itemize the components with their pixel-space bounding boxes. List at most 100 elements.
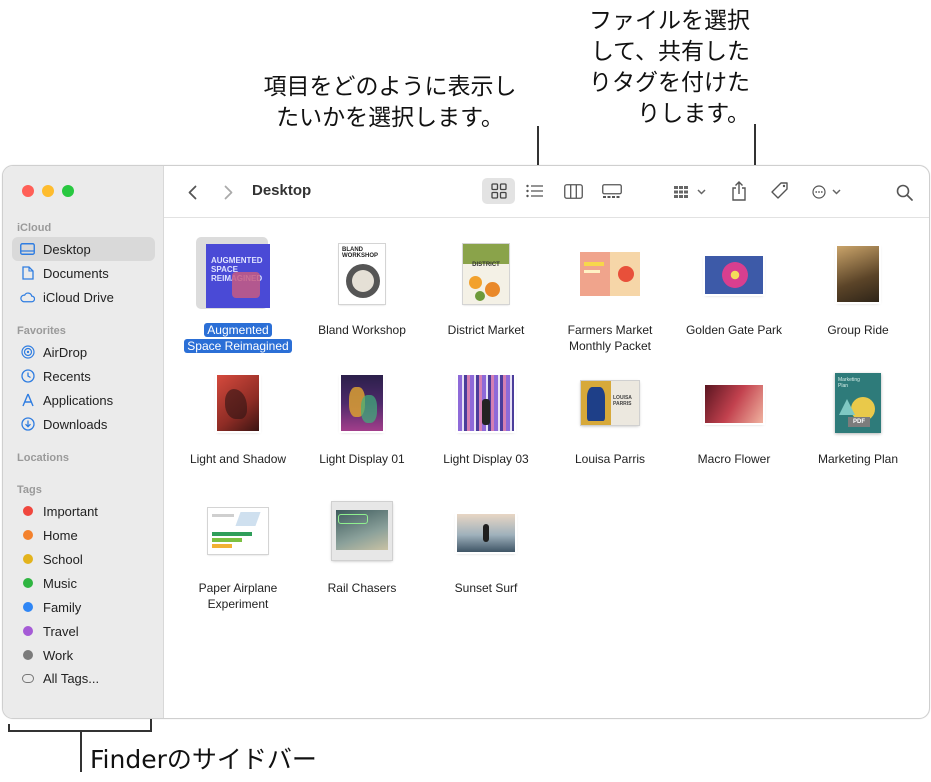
sidebar-item-label: iCloud Drive: [43, 289, 114, 305]
sidebar-item-label: Travel: [43, 623, 79, 639]
tag-dot: [23, 626, 33, 636]
list-view-button[interactable]: [518, 178, 551, 204]
sidebar-item-label: Important: [43, 503, 98, 519]
finder-window: iCloud Desktop Documents iCloud Drive Fa…: [2, 165, 930, 719]
sidebar-item-label: Downloads: [43, 416, 108, 432]
clock-icon: [20, 369, 35, 384]
sidebar-section-tags: Tags: [17, 484, 42, 496]
chevron-right-icon: [224, 185, 232, 199]
group-icon: [674, 186, 688, 198]
tag-button[interactable]: [767, 178, 793, 204]
grid-icon: [490, 183, 507, 199]
minimize-window-button[interactable]: [42, 185, 54, 197]
airdrop-icon: [20, 345, 35, 360]
sidebar-item-documents[interactable]: Documents: [12, 261, 155, 285]
sidebar-section-icloud: iCloud: [17, 222, 52, 234]
tag-dot: [23, 650, 33, 660]
file-label: Light Display 03: [443, 452, 529, 466]
sidebar-tag-travel[interactable]: Travel: [12, 619, 155, 643]
sidebar-item-icloud-drive[interactable]: iCloud Drive: [12, 285, 155, 309]
gallery-view-button[interactable]: [595, 178, 628, 204]
sidebar-item-downloads[interactable]: Downloads: [12, 412, 155, 436]
toolbar: Desktop: [164, 166, 929, 218]
sidebar-item-label: Documents: [43, 265, 109, 281]
share-button[interactable]: [727, 177, 751, 205]
sidebar-tag-school[interactable]: School: [12, 547, 155, 571]
thumbnail-text: BLAND WORKSHOP: [342, 247, 378, 259]
pdf-badge: PDF: [848, 417, 870, 427]
file-thumbnail: AUGMENTED SPACE REIMAGINED: [206, 244, 270, 308]
file-label: Sunset Surf: [454, 581, 518, 595]
window-title: Desktop: [252, 182, 312, 199]
zoom-window-button[interactable]: [62, 185, 74, 197]
file-label: Bland Workshop: [318, 323, 406, 337]
sidebar-tag-family[interactable]: Family: [12, 595, 155, 619]
file-thumbnail: [457, 514, 515, 552]
sidebar-item-all-tags[interactable]: All Tags...: [12, 666, 155, 690]
callout-line: [537, 126, 539, 170]
sidebar-item-airdrop[interactable]: AirDrop: [12, 340, 155, 364]
file-thumbnail: [580, 252, 640, 296]
sidebar-item-label: Recents: [43, 368, 91, 384]
tag-dot: [23, 602, 33, 612]
thumbnail-text: LOUISA PARRIS: [613, 395, 632, 407]
sidebar-item-label: All Tags...: [43, 670, 100, 686]
download-icon: [20, 417, 35, 432]
thumbnail-text: DISTRICT: [472, 262, 500, 268]
applications-icon: [20, 393, 35, 408]
sidebar-section-locations: Locations: [17, 452, 69, 464]
file-label: Paper Airplane Experiment: [198, 581, 278, 611]
file-label: Group Ride: [827, 323, 889, 337]
file-label: Macro Flower: [697, 452, 771, 466]
sidebar-tag-music[interactable]: Music: [12, 571, 155, 595]
file-thumbnail: [705, 385, 763, 423]
file-thumbnail: [332, 502, 392, 560]
tag-dot: [23, 578, 33, 588]
file-thumbnail: BLAND WORKSHOP: [339, 244, 385, 304]
document-icon: [20, 266, 35, 281]
close-window-button[interactable]: [22, 185, 34, 197]
callout-line: [754, 124, 756, 170]
sidebar-tag-important[interactable]: Important: [12, 499, 155, 523]
chevron-left-icon: [188, 185, 196, 199]
sidebar: iCloud Desktop Documents iCloud Drive Fa…: [3, 166, 164, 718]
sidebar-tag-home[interactable]: Home: [12, 523, 155, 547]
list-icon: [525, 184, 543, 198]
file-label: Golden Gate Park: [685, 323, 783, 337]
sidebar-item-applications[interactable]: Applications: [12, 388, 155, 412]
search-icon: [896, 184, 913, 201]
more-icon: [811, 185, 826, 199]
file-thumbnail: LOUISA PARRIS: [581, 381, 639, 425]
forward-button[interactable]: [218, 180, 238, 204]
sidebar-item-label: School: [43, 551, 83, 567]
file-thumbnail: [208, 508, 268, 554]
file-thumbnail: Marketing Plan PDF: [835, 373, 881, 433]
tags-icon: [22, 673, 34, 683]
file-thumbnail: [458, 375, 514, 431]
sidebar-tag-work[interactable]: Work: [12, 643, 155, 667]
file-thumbnail: [217, 375, 259, 431]
chevron-down-icon: [831, 189, 841, 195]
tag-dot: [23, 554, 33, 564]
sidebar-item-label: Work: [43, 647, 74, 663]
icon-view-button[interactable]: [482, 178, 515, 204]
sidebar-item-desktop[interactable]: Desktop: [12, 237, 155, 261]
file-label: Light Display 01: [319, 452, 405, 466]
file-label: Farmers Market Monthly Packet: [567, 323, 653, 353]
column-view-button[interactable]: [557, 178, 590, 204]
file-label: Marketing Plan: [817, 452, 899, 466]
thumbnail-text: Marketing Plan: [838, 377, 860, 389]
cloud-icon: [20, 290, 35, 305]
gallery-icon: [601, 183, 622, 198]
share-icon: [732, 181, 746, 201]
sidebar-item-recents[interactable]: Recents: [12, 364, 155, 388]
tag-icon: [771, 182, 788, 199]
search-button[interactable]: [892, 180, 916, 204]
file-thumbnail: [837, 246, 879, 302]
file-thumbnail: [341, 375, 383, 431]
callout-share-tag: ファイルを選択 して、共有した りタグを付けた りします。: [589, 8, 750, 127]
action-menu-button[interactable]: [808, 180, 844, 204]
back-button[interactable]: [182, 180, 202, 204]
callout-line: [80, 730, 82, 772]
group-by-button[interactable]: [669, 180, 711, 204]
